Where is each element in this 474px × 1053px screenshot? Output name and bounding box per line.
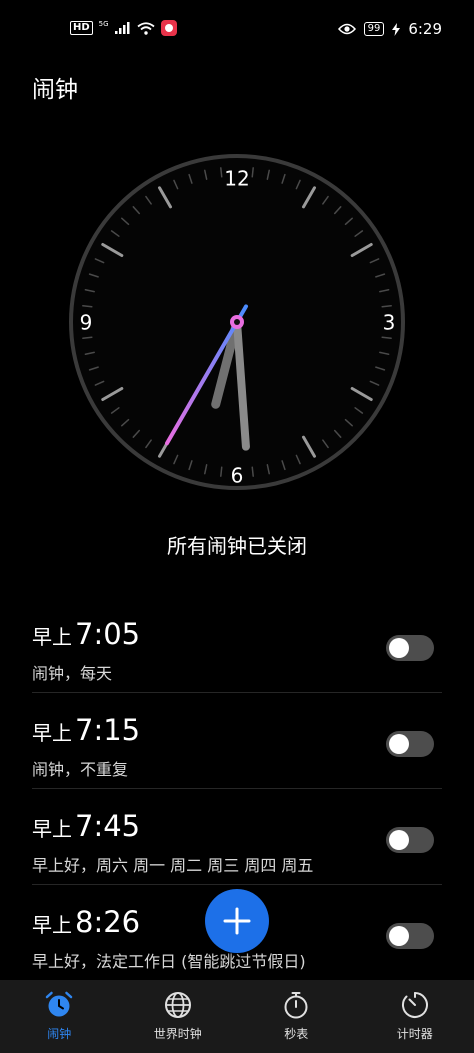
network-type: 5G: [98, 20, 109, 28]
minute-tick: [381, 336, 392, 339]
alarm-subtitle: 早上好，法定工作日 (智能跳过节假日): [32, 952, 306, 971]
alarm-time: 早上 7:05: [32, 617, 140, 651]
wifi-icon: [136, 21, 155, 35]
alarm-clock-time: 7:15: [75, 713, 141, 747]
toggle-knob: [389, 638, 409, 658]
alarm-period: 早上: [32, 625, 72, 649]
hd-badge: HD: [70, 21, 93, 35]
alarm-time: 早上 7:45: [32, 809, 140, 843]
bottom-nav: 闹钟 世界时钟 秒表 计时器: [0, 980, 474, 1053]
alarm-item[interactable]: 早上 7:15 闹钟，不重复: [32, 693, 442, 789]
toggle-knob: [389, 830, 409, 850]
signal-icon: [114, 22, 130, 34]
alarm-toggle[interactable]: [386, 731, 434, 757]
numeral-12: 12: [224, 167, 249, 191]
alarm-clock-time: 8:26: [75, 905, 141, 939]
tab-alarm-label: 闹钟: [47, 1027, 72, 1041]
add-alarm-button[interactable]: [205, 889, 269, 953]
tab-stopwatch-label: 秒表: [284, 1027, 309, 1041]
timer-icon: [401, 992, 428, 1018]
alarm-toggle[interactable]: [386, 923, 434, 949]
numeral-6: 6: [231, 464, 244, 488]
alarm-subtitle: 早上好，周六 周一 周二 周三 周四 周五: [32, 856, 314, 875]
tab-timer-label: 计时器: [396, 1027, 433, 1041]
minute-tick: [220, 167, 223, 178]
app-notification-icon: [160, 20, 177, 36]
status-bar: HD 5G 99 6:29: [0, 0, 474, 60]
alarm-period: 早上: [32, 817, 72, 841]
page-title: 闹钟: [32, 77, 78, 103]
globe-icon: [164, 992, 191, 1018]
numeral-9: 9: [80, 311, 93, 335]
toggle-knob: [389, 734, 409, 754]
minute-tick: [82, 305, 93, 308]
alarm-period: 早上: [32, 913, 72, 937]
tab-timer[interactable]: 计时器: [356, 980, 474, 1053]
alarm-toggle[interactable]: [386, 635, 434, 661]
tab-world-clock[interactable]: 世界时钟: [119, 980, 238, 1053]
minute-tick: [381, 305, 392, 308]
tab-stopwatch[interactable]: 秒表: [237, 980, 356, 1053]
analog-clock: 12 3 6 9: [67, 152, 407, 492]
alarm-item[interactable]: 早上 7:05 闹钟，每天: [32, 597, 442, 693]
battery-indicator: 99: [363, 22, 385, 36]
toggle-knob: [389, 926, 409, 946]
alarm-subtitle: 闹钟，每天: [32, 664, 113, 683]
status-left: HD 5G: [70, 20, 177, 36]
minute-tick: [220, 466, 223, 477]
minute-tick: [82, 336, 93, 339]
clock-center-dot: [234, 319, 240, 325]
eye-icon: [337, 23, 356, 35]
tab-world-clock-label: 世界时钟: [153, 1027, 202, 1041]
alarm-time: 早上 7:15: [32, 713, 140, 747]
minute-tick: [251, 466, 254, 477]
stopwatch-icon: [284, 992, 308, 1019]
charging-icon: [392, 22, 401, 36]
alarm-clock-icon: [46, 991, 73, 1017]
status-time: 6:29: [408, 20, 442, 38]
alarm-toggle[interactable]: [386, 827, 434, 853]
plus-icon: [223, 907, 251, 935]
alarm-status-message: 所有闹钟已关闭: [167, 534, 307, 558]
alarm-clock-time: 7:05: [75, 617, 141, 651]
status-right: 99 6:29: [337, 20, 442, 38]
minute-tick: [251, 167, 254, 178]
alarm-period: 早上: [32, 721, 72, 745]
alarm-clock-time: 7:45: [75, 809, 141, 843]
alarm-subtitle: 闹钟，不重复: [32, 760, 129, 779]
alarm-time: 早上 8:26: [32, 905, 140, 939]
clock-face: 12 3 6 9: [69, 154, 405, 490]
numeral-3: 3: [383, 311, 396, 335]
tab-alarm[interactable]: 闹钟: [0, 980, 119, 1053]
alarm-item[interactable]: 早上 7:45 早上好，周六 周一 周二 周三 周四 周五: [32, 789, 442, 885]
